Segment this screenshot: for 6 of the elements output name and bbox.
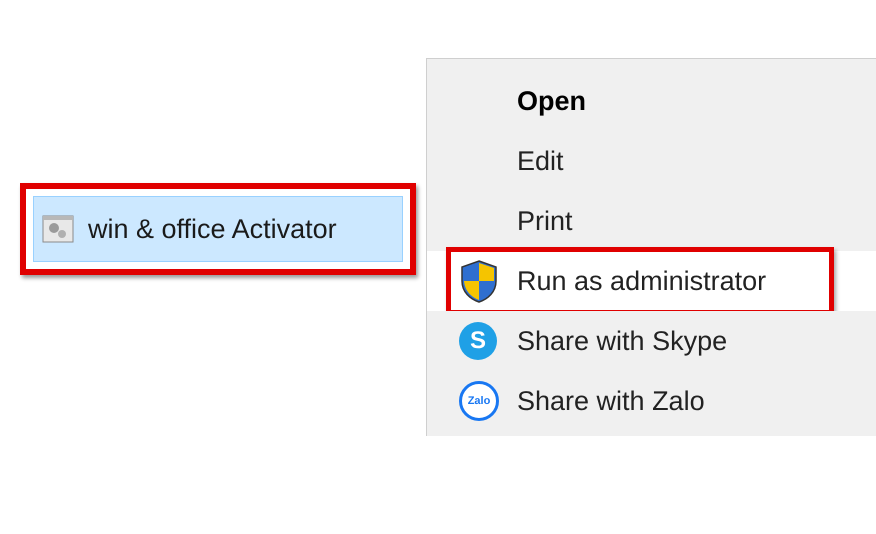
skype-icon: S [459,322,497,360]
file-name: win & office Activator [88,212,337,246]
shield-icon [459,259,499,303]
zalo-icon: Zalo [459,381,499,421]
file-item[interactable]: win & office Activator [33,196,403,262]
menu-item[interactable]: Run as administrator [427,251,876,311]
